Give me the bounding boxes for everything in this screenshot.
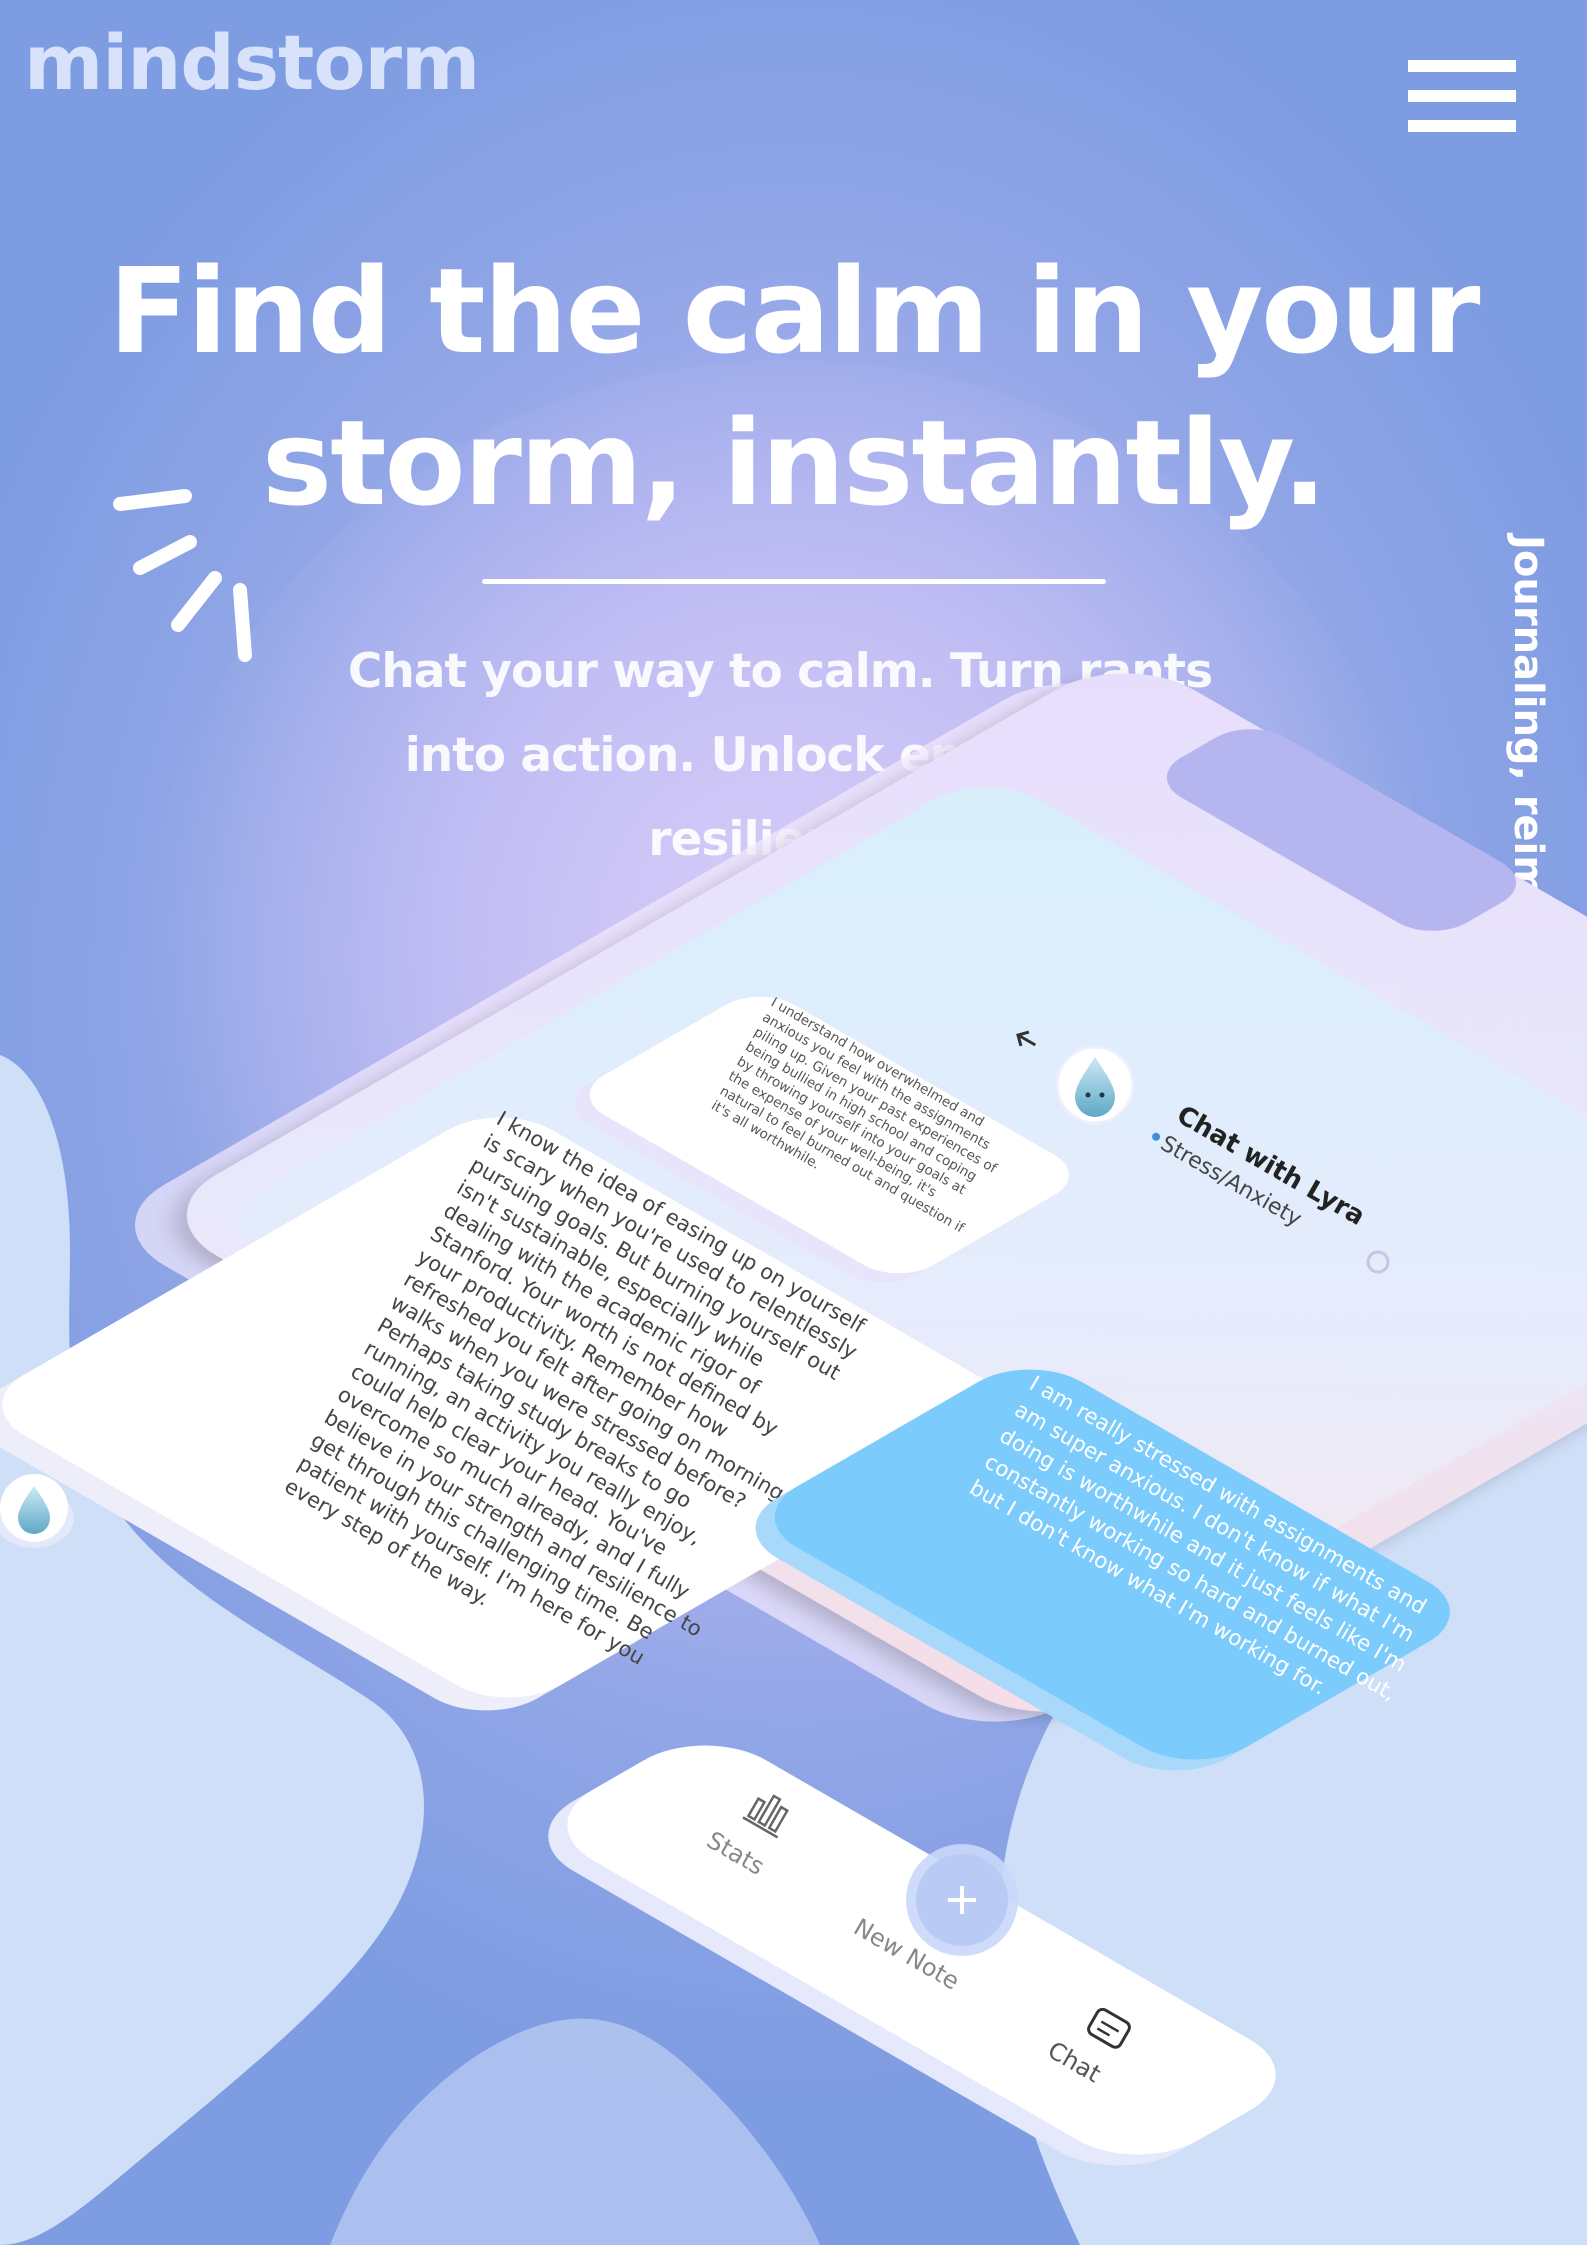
lyra-avatar [1055, 1045, 1135, 1125]
phone-mockup: Chat with Lyra Stress/Anxiety I understa… [0, 673, 1587, 2166]
side-avatar [0, 1474, 74, 1548]
new-note-button[interactable] [906, 1844, 1018, 1956]
